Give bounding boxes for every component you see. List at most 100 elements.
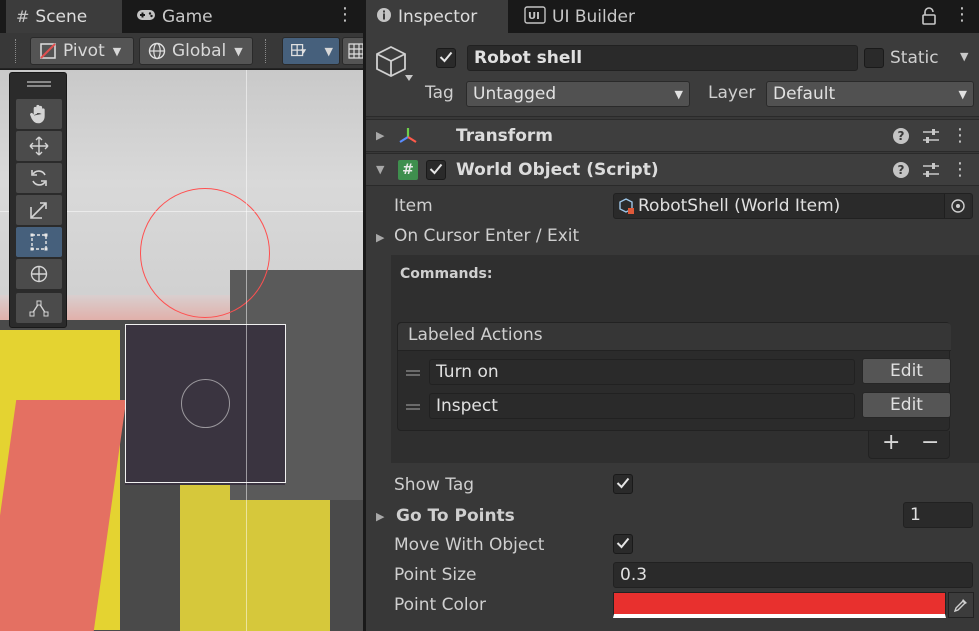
action-name-input[interactable]: Inspect	[429, 393, 855, 419]
tool-stack-grip[interactable]	[27, 81, 51, 87]
pivot-handle[interactable]	[181, 379, 230, 428]
checkmark-icon	[429, 160, 443, 180]
scene-toolbar: Pivot ▼ Global ▼ ▼	[0, 33, 372, 69]
toolbar-grip	[15, 39, 17, 63]
foldout-arrow-icon[interactable]: ▶	[376, 231, 384, 244]
chevron-down-icon: ▼	[324, 44, 333, 58]
drag-handle-icon[interactable]	[406, 370, 420, 376]
action-name-text: Inspect	[436, 396, 498, 416]
drag-handle-icon[interactable]	[406, 404, 420, 410]
scene-tab-menu-icon[interactable]: ⋮	[336, 4, 354, 26]
custom-tools-icon	[29, 300, 49, 317]
chevron-down-icon: ▼	[958, 87, 967, 101]
rect-tool[interactable]	[16, 227, 62, 257]
transform-title: Transform	[456, 126, 553, 146]
hash-icon: #	[16, 7, 30, 26]
component-menu-icon[interactable]: ⋮	[950, 126, 970, 146]
foldout-arrow-icon[interactable]: ▶	[376, 129, 384, 142]
move-icon	[29, 136, 49, 156]
foldout-arrow-icon[interactable]: ▼	[376, 163, 384, 176]
scene-viewport[interactable]	[0, 70, 363, 631]
scriptable-object-icon	[619, 198, 634, 214]
pivot-dropdown[interactable]: Pivot ▼	[30, 37, 134, 65]
inspector-panel: Inspector UI UI Builder ⋮ Robot shell St…	[366, 0, 979, 631]
tab-inspector[interactable]: Inspector	[366, 0, 508, 33]
custom-tool[interactable]	[16, 293, 62, 323]
transform-component-header[interactable]: ▶ Transform ? ⋮	[366, 119, 979, 152]
layer-value: Default	[773, 84, 836, 104]
point-color-field[interactable]	[613, 592, 946, 618]
globe-icon	[148, 42, 166, 60]
tab-ui-builder-label: UI Builder	[552, 6, 635, 27]
item-object-field[interactable]: RobotShell (World Item)	[613, 193, 973, 219]
rotate-tool[interactable]	[16, 163, 62, 193]
transform-icon	[397, 125, 419, 152]
foldout-arrow-icon[interactable]: ▶	[376, 510, 384, 523]
remove-item-button[interactable]: −	[921, 430, 939, 455]
help-icon[interactable]: ?	[891, 160, 911, 180]
inspector-menu-icon[interactable]: ⋮	[953, 4, 971, 26]
static-toggle[interactable]	[864, 48, 884, 68]
global-dropdown[interactable]: Global ▼	[139, 37, 253, 65]
grid-snap-button[interactable]: ▼	[282, 37, 340, 65]
show-tag-toggle[interactable]	[613, 474, 633, 494]
move-tool[interactable]	[16, 131, 62, 161]
scene-tabbar: # Scene Game ⋮	[0, 0, 363, 33]
component-enabled-toggle[interactable]	[426, 160, 446, 180]
tab-inspector-label: Inspector	[398, 6, 478, 27]
chevron-down-icon[interactable]: ▼	[960, 50, 968, 63]
item-value: RobotShell (World Item)	[638, 196, 841, 216]
gamepad-icon	[136, 7, 156, 26]
object-picker-icon[interactable]	[944, 194, 970, 218]
grid-snap-icon	[291, 44, 307, 57]
component-menu-icon[interactable]: ⋮	[950, 160, 970, 180]
point-size-input[interactable]: 0.3	[613, 562, 973, 588]
eyedropper-icon	[953, 599, 967, 613]
tab-game[interactable]: Game	[126, 0, 226, 33]
gameobject-icon[interactable]	[375, 43, 419, 92]
tab-scene[interactable]: # Scene	[6, 0, 122, 33]
tab-scene-label: Scene	[35, 6, 88, 27]
tag-dropdown[interactable]: Untagged ▼	[466, 81, 690, 107]
show-tag-label: Show Tag	[394, 475, 475, 495]
checkmark-icon	[616, 534, 630, 554]
edit-action-button[interactable]: Edit	[862, 392, 951, 418]
object-name-text: Robot shell	[474, 48, 583, 68]
scene-panel: # Scene Game ⋮ Pivot ▼ Global ▼ ▼	[0, 0, 372, 631]
add-item-button[interactable]: +	[882, 430, 900, 455]
presets-icon[interactable]	[921, 126, 941, 146]
action-name-text: Turn on	[436, 362, 499, 382]
tab-ui-builder[interactable]: UI UI Builder	[514, 0, 654, 33]
edit-action-button[interactable]: Edit	[862, 358, 951, 384]
world-object-component-header[interactable]: ▼ # World Object (Script) ? ⋮	[366, 153, 979, 186]
transform-tool[interactable]	[16, 259, 62, 289]
tab-game-label: Game	[162, 6, 213, 27]
go-to-points-size-input[interactable]: 1	[903, 502, 973, 528]
on-cursor-foldout[interactable]: On Cursor Enter / Exit	[394, 226, 579, 246]
point-gizmo	[140, 188, 270, 318]
scale-tool[interactable]	[16, 195, 62, 225]
tool-stack	[9, 72, 67, 328]
info-icon	[376, 7, 392, 27]
help-icon[interactable]: ?	[891, 126, 911, 146]
action-name-input[interactable]: Turn on	[429, 359, 855, 385]
chevron-down-icon: ▼	[234, 44, 243, 58]
svg-text:UI: UI	[528, 11, 540, 22]
layer-dropdown[interactable]: Default ▼	[766, 81, 974, 107]
presets-icon[interactable]	[921, 160, 941, 180]
grid-line	[246, 70, 247, 631]
chevron-down-icon: ▼	[674, 87, 683, 101]
go-to-points-foldout[interactable]: Go To Points	[396, 506, 515, 526]
checkmark-icon	[616, 474, 630, 494]
hand-tool[interactable]	[16, 99, 62, 129]
labeled-actions-title: Labeled Actions	[408, 325, 543, 345]
active-toggle[interactable]	[436, 48, 456, 68]
eyedropper-button[interactable]	[948, 592, 974, 618]
lock-icon[interactable]	[922, 7, 936, 30]
script-icon: #	[398, 160, 418, 180]
point-size-text: 0.3	[620, 565, 648, 585]
move-with-object-label: Move With Object	[394, 535, 545, 555]
checkmark-icon	[439, 48, 453, 68]
object-name-input[interactable]: Robot shell	[467, 45, 858, 71]
move-with-object-toggle[interactable]	[613, 534, 633, 554]
